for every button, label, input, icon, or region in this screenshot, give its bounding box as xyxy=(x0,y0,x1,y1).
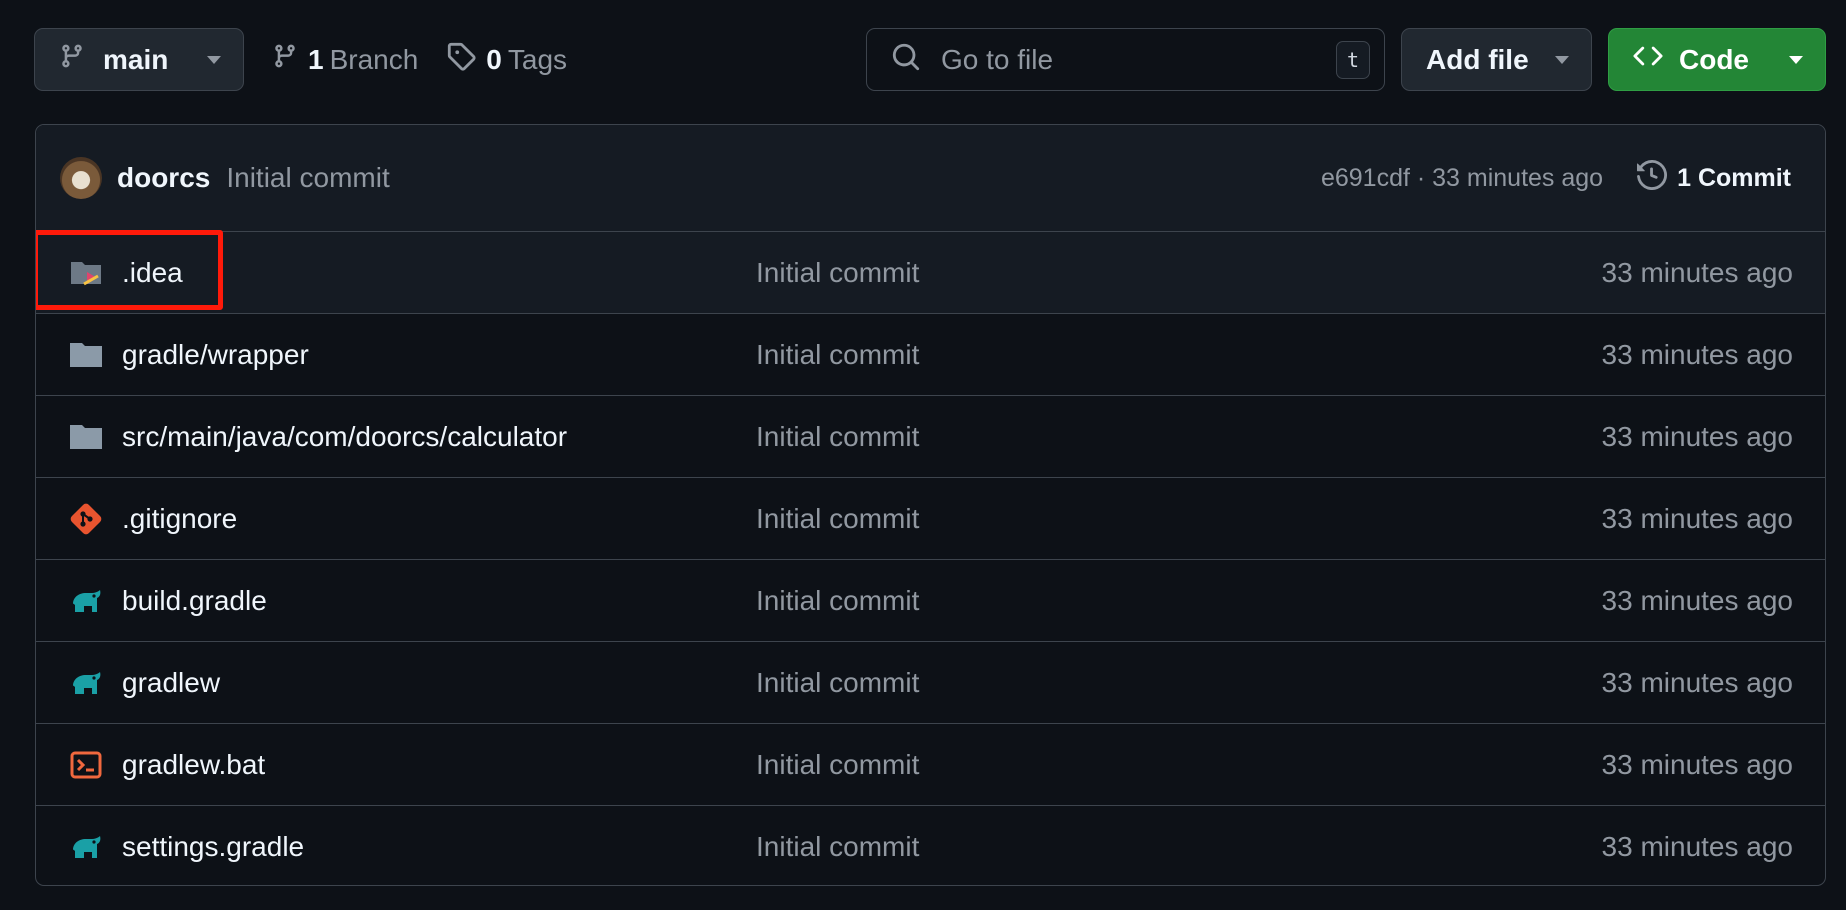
branches-link[interactable]: 1 Branch xyxy=(272,41,418,78)
avatar[interactable] xyxy=(60,157,102,199)
branch-name: main xyxy=(103,43,169,75)
file-name-link[interactable]: gradlew.bat xyxy=(122,749,756,781)
file-commit-message[interactable]: Initial commit xyxy=(756,667,1602,699)
code-icon xyxy=(1633,41,1663,78)
table-row[interactable]: gradlew.bat Initial commit 33 minutes ag… xyxy=(36,724,1825,806)
search-icon xyxy=(891,42,921,77)
commit-count: 1 Commit xyxy=(1677,163,1791,192)
code-label: Code xyxy=(1679,43,1749,75)
folder-icon xyxy=(68,419,104,455)
commit-author[interactable]: doorcs xyxy=(117,162,210,194)
table-row[interactable]: .gitignore Initial commit 33 minutes ago xyxy=(36,478,1825,560)
terminal-icon xyxy=(68,747,104,783)
table-row[interactable]: build.gradle Initial commit 33 minutes a… xyxy=(36,560,1825,642)
file-commit-time: 33 minutes ago xyxy=(1601,748,1793,780)
repo-toolbar: main 1 Branch 0 Tags Go to file t Add fi… xyxy=(34,28,1826,91)
table-row[interactable]: gradle/wrapper Initial commit 33 minutes… xyxy=(36,314,1825,396)
tag-text: Tags xyxy=(507,43,568,75)
file-name-link[interactable]: src/main/java/com/doorcs/calculator xyxy=(122,421,756,453)
file-name-link[interactable]: .idea xyxy=(122,257,756,289)
file-browser: doorcs Initial commit e691cdf · 33 minut… xyxy=(35,124,1826,886)
keyboard-shortcut-hint: t xyxy=(1336,40,1370,79)
history-icon xyxy=(1637,159,1677,197)
file-commit-message[interactable]: Initial commit xyxy=(756,339,1602,371)
go-to-file-input[interactable]: Go to file t xyxy=(866,28,1385,91)
file-commit-time: 33 minutes ago xyxy=(1601,420,1793,452)
tag-count: 0 xyxy=(486,43,502,75)
file-commit-message[interactable]: Initial commit xyxy=(756,585,1602,617)
table-row[interactable]: src/main/java/com/doorcs/calculator Init… xyxy=(36,396,1825,478)
tag-icon xyxy=(446,41,476,78)
git-branch-icon xyxy=(59,41,85,78)
tags-link[interactable]: 0 Tags xyxy=(446,41,567,78)
file-commit-time: 33 minutes ago xyxy=(1601,584,1793,616)
add-file-button[interactable]: Add file xyxy=(1401,28,1592,91)
file-commit-message[interactable]: Initial commit xyxy=(756,749,1602,781)
commit-message[interactable]: Initial commit xyxy=(226,162,389,194)
gradle-elephant-icon xyxy=(68,583,104,619)
chevron-down-icon xyxy=(1555,55,1569,64)
git-branch-icon xyxy=(272,41,298,78)
chevron-down-icon xyxy=(1789,55,1803,64)
file-name-link[interactable]: .gitignore xyxy=(122,503,756,535)
gradle-elephant-icon xyxy=(68,665,104,701)
table-row[interactable]: gradlew Initial commit 33 minutes ago xyxy=(36,642,1825,724)
file-commit-message[interactable]: Initial commit xyxy=(756,503,1602,535)
commit-history-link[interactable]: 1 Commit xyxy=(1637,159,1791,197)
idea-folder-icon xyxy=(68,255,104,291)
git-icon xyxy=(68,501,104,537)
file-commit-message[interactable]: Initial commit xyxy=(756,831,1602,863)
file-commit-time: 33 minutes ago xyxy=(1601,831,1793,862)
table-row[interactable]: settings.gradle Initial commit 33 minute… xyxy=(36,806,1825,885)
table-row[interactable]: .idea Initial commit 33 minutes ago xyxy=(36,230,1825,314)
commit-sha-time[interactable]: e691cdf · 33 minutes ago xyxy=(1321,164,1603,193)
file-commit-message[interactable]: Initial commit xyxy=(756,257,1602,289)
branch-text: Branch xyxy=(329,43,419,75)
code-button[interactable]: Code xyxy=(1608,28,1826,91)
latest-commit-bar: doorcs Initial commit e691cdf · 33 minut… xyxy=(36,125,1825,232)
file-name-link[interactable]: gradlew xyxy=(122,667,756,699)
add-file-label: Add file xyxy=(1426,43,1529,75)
file-commit-time: 33 minutes ago xyxy=(1601,502,1793,534)
folder-icon xyxy=(68,337,104,373)
file-commit-time: 33 minutes ago xyxy=(1601,338,1793,370)
file-commit-message[interactable]: Initial commit xyxy=(756,421,1602,453)
file-commit-time: 33 minutes ago xyxy=(1601,666,1793,698)
file-name-link[interactable]: build.gradle xyxy=(122,585,756,617)
chevron-down-icon xyxy=(207,55,221,64)
branch-selector-button[interactable]: main xyxy=(34,28,244,91)
branch-count: 1 xyxy=(308,43,324,75)
gradle-elephant-icon xyxy=(68,829,104,865)
search-placeholder: Go to file xyxy=(941,43,1054,75)
file-name-link[interactable]: settings.gradle xyxy=(122,831,756,863)
file-commit-time: 33 minutes ago xyxy=(1601,256,1793,288)
file-name-link[interactable]: gradle/wrapper xyxy=(122,339,756,371)
